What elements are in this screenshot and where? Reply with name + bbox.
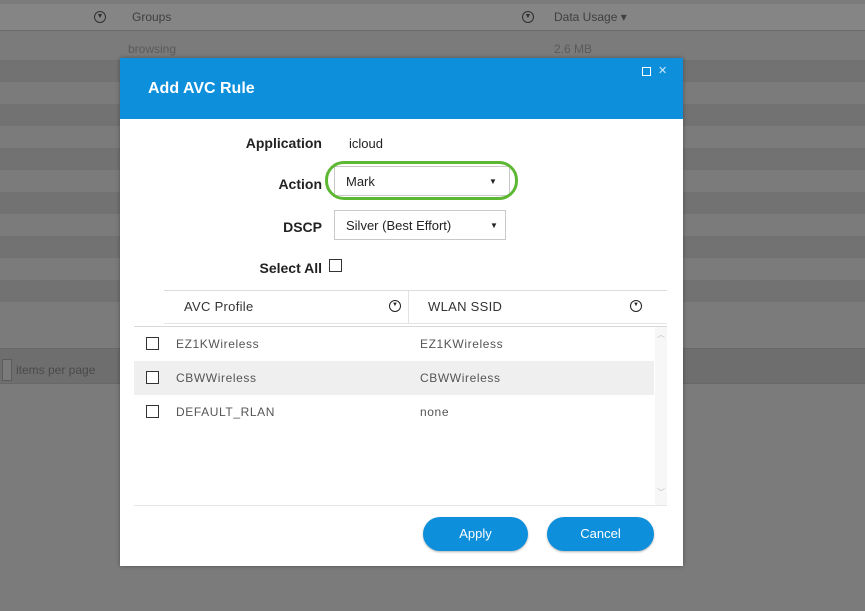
table-row[interactable]: EZ1KWireless EZ1KWireless: [134, 327, 654, 361]
apply-button[interactable]: Apply: [423, 517, 528, 551]
table-row[interactable]: DEFAULT_RLAN none: [134, 395, 654, 429]
application-label: Application: [245, 135, 322, 151]
caret-down-icon: ▼: [490, 221, 498, 230]
row-checkbox[interactable]: [146, 405, 159, 418]
dialog-title: Add AVC Rule: [148, 80, 255, 97]
avc-profile-cell: DEFAULT_RLAN: [176, 405, 276, 419]
dscp-label: DSCP: [283, 219, 322, 235]
dialog-header: Add AVC Rule ✕: [120, 58, 683, 119]
profile-table-body: EZ1KWireless EZ1KWireless CBWWireless CB…: [134, 326, 667, 506]
filter-icon[interactable]: ▼: [389, 300, 401, 312]
dscp-select[interactable]: Silver (Best Effort) ▼: [334, 210, 506, 240]
add-avc-rule-dialog: Add AVC Rule ✕ Application icloud Action…: [120, 58, 683, 566]
filter-icon: ▼: [94, 11, 106, 23]
table-row[interactable]: CBWWireless CBWWireless: [134, 361, 654, 395]
row-checkbox[interactable]: [146, 337, 159, 350]
filter-icon[interactable]: ▼: [630, 300, 642, 312]
data-usage-column-header: Data Usage ▾: [554, 10, 627, 24]
maximize-icon[interactable]: [642, 67, 651, 76]
dscp-select-value: Silver (Best Effort): [346, 218, 452, 233]
wlan-ssid-cell: CBWWireless: [420, 371, 501, 385]
row-checkbox[interactable]: [146, 371, 159, 384]
table-scrollbar[interactable]: ︿ ﹀: [655, 327, 667, 505]
background-table-header: ▼ Groups ▼ Data Usage ▾: [0, 4, 865, 31]
action-highlight-ring: [325, 161, 518, 200]
profile-table-header: AVC Profile ▼ WLAN SSID ▼: [164, 290, 667, 324]
action-label: Action: [278, 176, 322, 192]
scroll-down-icon[interactable]: ﹀: [657, 487, 665, 498]
cancel-button[interactable]: Cancel: [547, 517, 654, 551]
groups-column-header: Groups: [132, 10, 172, 24]
wlan-ssid-column-header: WLAN SSID: [428, 299, 503, 314]
column-divider: [408, 291, 409, 324]
wlan-ssid-cell: none: [420, 405, 450, 419]
avc-profile-column-header: AVC Profile: [184, 299, 254, 314]
avc-profile-cell: EZ1KWireless: [176, 337, 260, 351]
wlan-ssid-cell: EZ1KWireless: [420, 337, 504, 351]
close-icon[interactable]: ✕: [658, 66, 667, 77]
background-group-cell: browsing: [128, 42, 177, 56]
select-all-label: Select All: [259, 260, 322, 276]
background-row: browsing 2.6 MB: [0, 38, 865, 60]
items-per-page-select: [2, 359, 12, 381]
background-usage-cell: 2.6 MB: [554, 42, 593, 56]
avc-profile-cell: CBWWireless: [176, 371, 257, 385]
scroll-up-icon[interactable]: ︿: [657, 329, 665, 340]
application-value: icloud: [349, 136, 383, 151]
select-all-checkbox[interactable]: [329, 259, 342, 272]
filter-icon: ▼: [522, 11, 534, 23]
items-per-page-label: items per page: [16, 363, 96, 377]
